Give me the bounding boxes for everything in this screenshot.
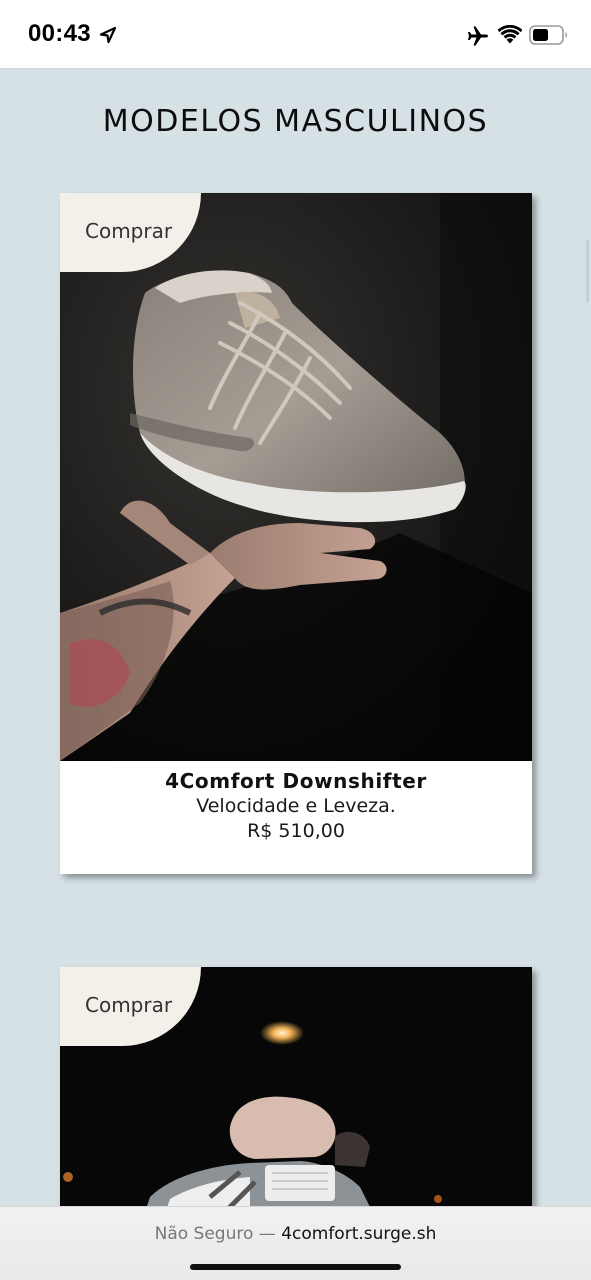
wifi-icon <box>498 25 522 44</box>
home-indicator[interactable] <box>190 1264 401 1270</box>
airplane-icon <box>468 26 488 46</box>
status-bar: 00:43 <box>0 0 591 69</box>
product-card[interactable]: Comprar <box>60 967 532 1227</box>
buy-button-label: Comprar <box>85 219 173 243</box>
location-arrow-icon <box>99 26 117 44</box>
url-display[interactable]: Não Seguro — 4comfort.surge.sh <box>0 1224 591 1244</box>
battery-icon <box>529 25 567 45</box>
buy-button-label: Comprar <box>85 993 173 1017</box>
product-card[interactable]: Comprar 4Comfort Downshifter Velocidade … <box>60 193 532 874</box>
product-tagline: Velocidade e Leveza. <box>196 795 396 817</box>
sneaker-photo <box>60 193 532 761</box>
scroll-indicator[interactable] <box>586 240 589 302</box>
product-image[interactable]: Comprar <box>60 967 532 1227</box>
url-domain: 4comfort.surge.sh <box>281 1224 437 1244</box>
product-name: 4Comfort Downshifter <box>165 769 427 793</box>
product-price: R$ 510,00 <box>247 820 345 842</box>
page-title: MODELOS MASCULINOS <box>102 104 489 139</box>
browser-address-bar[interactable]: Não Seguro — 4comfort.surge.sh <box>0 1206 591 1280</box>
product-image[interactable]: Comprar <box>60 193 532 761</box>
status-time: 00:43 <box>28 20 91 47</box>
security-label: Não Seguro — <box>154 1224 282 1244</box>
product-info: 4Comfort Downshifter Velocidade e Leveza… <box>60 761 532 842</box>
